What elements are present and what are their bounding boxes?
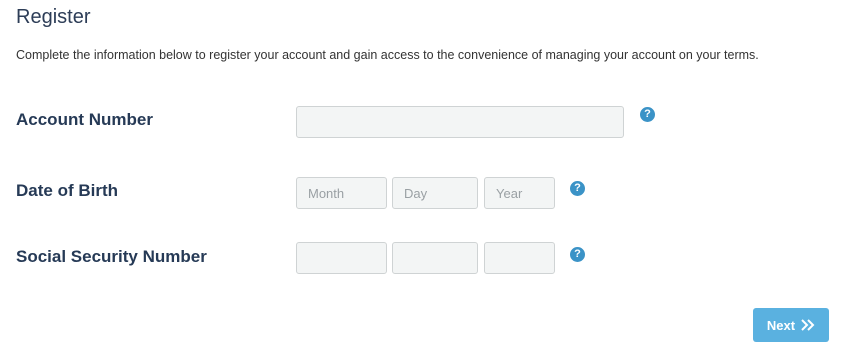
dob-month-input[interactable] bbox=[296, 177, 387, 209]
ssn-label: Social Security Number bbox=[16, 247, 207, 266]
ssn-part3-input[interactable] bbox=[484, 242, 555, 274]
date-of-birth-label: Date of Birth bbox=[16, 181, 118, 200]
double-chevron-right-icon bbox=[801, 319, 815, 331]
ssn-part1-input[interactable] bbox=[296, 242, 387, 274]
ssn-help-icon[interactable]: ? bbox=[570, 247, 585, 262]
date-of-birth-help-icon[interactable]: ? bbox=[570, 181, 585, 196]
account-number-label: Account Number bbox=[16, 110, 153, 129]
next-button-label: Next bbox=[766, 317, 796, 333]
next-button[interactable]: Next bbox=[753, 308, 829, 342]
page-title: Register bbox=[16, 6, 91, 28]
account-number-help-icon[interactable]: ? bbox=[640, 107, 655, 122]
page-description: Complete the information below to regist… bbox=[16, 48, 759, 62]
dob-year-input[interactable] bbox=[484, 177, 555, 209]
account-number-input[interactable] bbox=[296, 106, 624, 138]
ssn-part2-input[interactable] bbox=[392, 242, 478, 274]
dob-day-input[interactable] bbox=[392, 177, 478, 209]
